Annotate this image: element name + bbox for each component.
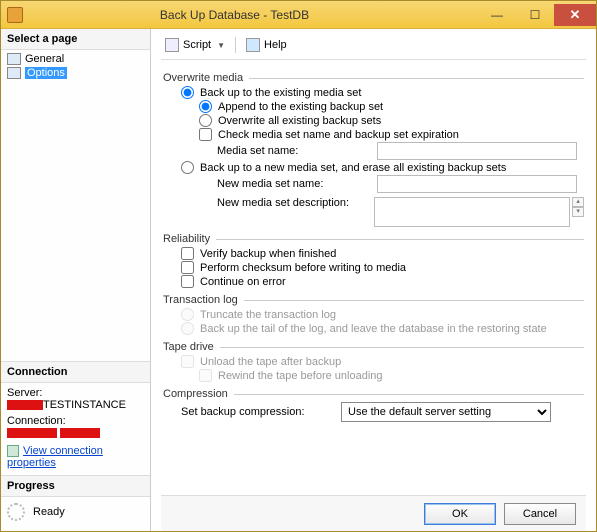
- chevron-down-icon: ▼: [217, 41, 225, 50]
- check-rewind-tape: Rewind the tape before unloading: [163, 369, 584, 382]
- radio-backup-tail: Back up the tail of the log, and leave t…: [163, 322, 584, 335]
- app-icon: [7, 7, 23, 23]
- radio-truncate-log: Truncate the transaction log: [163, 308, 584, 321]
- transaction-log-header: Transaction log: [163, 294, 238, 306]
- connection-label: Connection:: [7, 415, 144, 427]
- desc-spinner[interactable]: ▴▾: [572, 197, 584, 217]
- page-icon: [7, 67, 21, 79]
- media-set-name-label: Media set name:: [217, 145, 377, 157]
- check-perform-checksum[interactable]: Perform checksum before writing to media: [163, 261, 584, 274]
- script-button[interactable]: Script ▼: [161, 37, 229, 53]
- radio-back-existing[interactable]: Back up to the existing media set: [163, 86, 584, 99]
- minimize-button[interactable]: —: [478, 4, 516, 26]
- progress-status: Ready: [33, 506, 65, 518]
- redacted-text: [7, 400, 43, 410]
- backup-database-dialog: Back Up Database - TestDB — ☐ ✕ Select a…: [0, 0, 597, 532]
- server-label: Server:: [7, 387, 144, 399]
- toolbar: Script ▼ Help: [161, 35, 586, 60]
- page-options[interactable]: Options: [5, 66, 146, 80]
- connection-panel: Connection Server: TESTINSTANCE Connecti…: [1, 361, 150, 475]
- check-continue-error[interactable]: Continue on error: [163, 275, 584, 288]
- server-value: TESTINSTANCE: [7, 399, 144, 411]
- help-icon: [246, 38, 260, 52]
- media-set-name-input[interactable]: [377, 142, 577, 160]
- new-media-desc-label: New media set description:: [217, 197, 374, 209]
- title-bar: Back Up Database - TestDB — ☐ ✕: [1, 1, 596, 29]
- redacted-text: [7, 428, 57, 438]
- view-connection-properties-link[interactable]: View connection properties: [7, 445, 103, 469]
- page-icon: [7, 53, 21, 65]
- redacted-text: [60, 428, 100, 438]
- new-media-name-label: New media set name:: [217, 178, 377, 190]
- compression-select[interactable]: Use the default server setting: [341, 402, 551, 422]
- select-page-header: Select a page: [1, 29, 150, 50]
- reliability-header: Reliability: [163, 233, 210, 245]
- radio-overwrite-all[interactable]: Overwrite all existing backup sets: [163, 114, 584, 127]
- close-button[interactable]: ✕: [554, 4, 596, 26]
- compression-label: Set backup compression:: [181, 406, 341, 418]
- tape-drive-header: Tape drive: [163, 341, 214, 353]
- radio-back-new[interactable]: Back up to a new media set, and erase al…: [163, 161, 584, 174]
- new-media-name-input[interactable]: [377, 175, 577, 193]
- check-unload-tape: Unload the tape after backup: [163, 355, 584, 368]
- check-verify-backup[interactable]: Verify backup when finished: [163, 247, 584, 260]
- radio-append[interactable]: Append to the existing backup set: [163, 100, 584, 113]
- check-media-expiration[interactable]: Check media set name and backup set expi…: [163, 128, 584, 141]
- compression-header: Compression: [163, 388, 228, 400]
- window-title: Back Up Database - TestDB: [31, 8, 478, 22]
- maximize-button[interactable]: ☐: [516, 4, 554, 26]
- overwrite-media-header: Overwrite media: [163, 72, 243, 84]
- page-general[interactable]: General: [5, 52, 146, 66]
- progress-header: Progress: [1, 476, 150, 497]
- ok-button[interactable]: OK: [424, 503, 496, 525]
- right-panel: Script ▼ Help Overwrite media Back up to…: [151, 29, 596, 531]
- connection-properties-icon: [7, 445, 19, 457]
- left-panel: Select a page General Options Connection…: [1, 29, 151, 531]
- cancel-button[interactable]: Cancel: [504, 503, 576, 525]
- progress-spinner-icon: [7, 503, 25, 521]
- dialog-footer: OK Cancel: [161, 495, 586, 531]
- help-button[interactable]: Help: [242, 37, 291, 53]
- new-media-desc-input[interactable]: [374, 197, 570, 227]
- connection-header: Connection: [1, 362, 150, 383]
- connection-value: [7, 427, 144, 439]
- progress-panel: Progress Ready: [1, 475, 150, 531]
- script-icon: [165, 38, 179, 52]
